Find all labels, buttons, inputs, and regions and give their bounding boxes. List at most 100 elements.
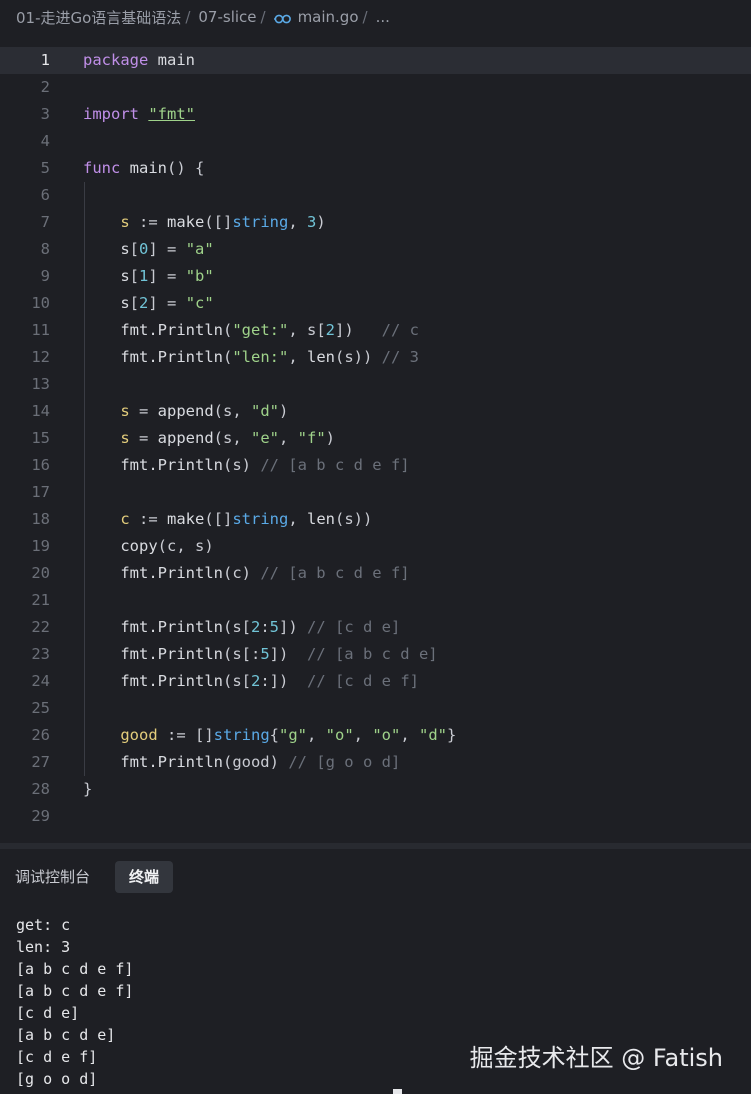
code-line[interactable]: 10 s[2] = "c"	[0, 290, 751, 317]
breadcrumb-folder-2[interactable]: 07-slice	[198, 8, 256, 26]
code-line[interactable]: 27 fmt.Println(good) // [g o o d]	[0, 749, 751, 776]
line-number: 6	[40, 186, 50, 204]
code-line[interactable]: 8 s[0] = "a"	[0, 236, 751, 263]
code-line[interactable]: 23 fmt.Println(s[:5]) // [a b c d e]	[0, 641, 751, 668]
code-editor[interactable]: 1 package main 2 3 import "fmt" 4 5 func main()…	[0, 34, 751, 844]
code-token: append	[157, 402, 214, 420]
code-token: )	[316, 213, 326, 231]
line-number: 8	[40, 240, 50, 258]
line-number: 15	[31, 429, 50, 447]
code-token: ([]	[204, 510, 233, 528]
code-token: ] =	[148, 294, 186, 312]
code-line[interactable]: 22 fmt.Println(s[2:5]) // [c d e]	[0, 614, 751, 641]
code-token: :=	[129, 213, 167, 231]
code-token: fmt.Println	[120, 456, 223, 474]
code-line[interactable]: 21	[0, 587, 751, 614]
line-number: 29	[31, 807, 50, 825]
code-token: append	[157, 429, 214, 447]
code-token: func	[83, 159, 121, 177]
code-token: s	[120, 294, 130, 312]
code-line[interactable]: 12 fmt.Println("len:", len(s)) // 3	[0, 344, 751, 371]
code-token: () {	[167, 159, 205, 177]
code-line[interactable]: 26 good := []string{"g", "o", "o", "d"}	[0, 722, 751, 749]
code-line[interactable]: 19 copy(c, s)	[0, 533, 751, 560]
code-line[interactable]: 25	[0, 695, 751, 722]
code-token: ,	[288, 348, 307, 366]
line-number: 25	[31, 699, 50, 717]
code-line[interactable]: 1 package main	[0, 47, 751, 74]
code-line[interactable]: 13	[0, 371, 751, 398]
code-token: copy	[120, 537, 158, 555]
code-text: fmt.Println(good) // [g o o d]	[83, 749, 400, 776]
terminal-line: [a b c d e]	[16, 1026, 116, 1044]
code-token: (	[222, 348, 233, 366]
code-token: 1	[139, 267, 149, 285]
code-text: fmt.Println("len:", len(s)) // 3	[83, 344, 419, 371]
tab-terminal[interactable]: 终端	[115, 861, 174, 893]
code-line[interactable]: 24 fmt.Println(s[2:]) // [c d e f]	[0, 668, 751, 695]
code-token: 0	[139, 240, 149, 258]
code-line[interactable]: 14 s = append(s, "d")	[0, 398, 751, 425]
code-text: }	[83, 776, 92, 803]
code-line[interactable]: 20 fmt.Println(c) // [a b c d e f]	[0, 560, 751, 587]
code-token: // [a b c d e f]	[260, 564, 410, 582]
code-token: string	[232, 510, 289, 528]
breadcrumb-folder-1[interactable]: 01-走进Go语言基础语法	[16, 7, 181, 28]
code-token: "len:"	[232, 348, 289, 366]
code-token: // [g o o d]	[288, 753, 401, 771]
code-token: "get:"	[232, 321, 289, 339]
breadcrumb-more[interactable]: ...	[376, 8, 390, 26]
breadcrumb-file[interactable]: main.go	[298, 8, 359, 26]
code-line[interactable]: 2	[0, 74, 751, 101]
code-token: make	[167, 510, 205, 528]
code-line[interactable]: 28}	[0, 776, 751, 803]
line-number: 11	[31, 321, 50, 339]
code-line[interactable]: 18 c := make([]string, len(s))	[0, 506, 751, 533]
code-token: len	[307, 348, 335, 366]
code-token: "o"	[372, 726, 401, 744]
tab-debug-console[interactable]: 调试控制台	[1, 861, 104, 893]
code-line[interactable]: 9 s[1] = "b"	[0, 263, 751, 290]
code-line[interactable]: 6	[0, 182, 751, 209]
code-token: good	[120, 726, 158, 744]
code-token: import	[83, 105, 139, 123]
breadcrumb-separator: /	[260, 8, 266, 26]
code-line[interactable]: 7 s := make([]string, 3)	[0, 209, 751, 236]
code-token: "o"	[325, 726, 354, 744]
code-token: ,	[288, 213, 307, 231]
line-number: 27	[31, 753, 50, 771]
code-token: "e"	[251, 429, 279, 447]
terminal-line: [g o o d]	[16, 1070, 98, 1088]
code-line[interactable]: 15 s = append(s, "e", "f")	[0, 425, 751, 452]
breadcrumb: 01-走进Go语言基础语法 / 07-slice / main.go / ...	[0, 0, 751, 34]
code-token: (s[:	[222, 645, 261, 663]
code-line[interactable]: 17	[0, 479, 751, 506]
line-number: 28	[31, 780, 50, 798]
code-line[interactable]: 5 func main() {	[0, 155, 751, 182]
code-token: [	[129, 267, 140, 285]
code-line[interactable]: 11 fmt.Println("get:", s[2]) // c	[0, 317, 751, 344]
code-token: 2	[325, 321, 335, 339]
terminal-line: get: c	[16, 916, 71, 934]
code-token: // c	[381, 321, 419, 339]
code-line[interactable]: 3 import "fmt"	[0, 101, 751, 128]
code-line[interactable]: 16 fmt.Println(s) // [a b c d e f]	[0, 452, 751, 479]
code-text: good := []string{"g", "o", "o", "d"}	[83, 722, 456, 749]
code-token: (s,	[213, 402, 251, 420]
code-token: fmt.Println	[120, 321, 223, 339]
line-number: 23	[31, 645, 50, 663]
code-line[interactable]: 4	[0, 128, 751, 155]
code-token: (good)	[222, 753, 289, 771]
code-token: ,	[288, 510, 307, 528]
code-text: fmt.Println(s[:5]) // [a b c d e]	[83, 641, 437, 668]
code-token: (s)	[222, 456, 261, 474]
code-line[interactable]: 29	[0, 803, 751, 830]
code-token: }	[83, 780, 93, 798]
